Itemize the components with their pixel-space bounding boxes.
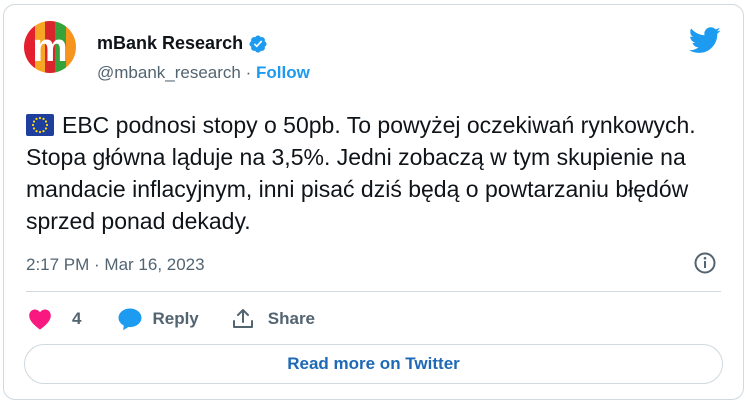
follow-button[interactable]: Follow — [256, 63, 310, 82]
author-handle-row: @mbank_research · Follow — [97, 63, 310, 83]
tweet-actions: 4 Reply Share — [28, 305, 315, 333]
handle-separator: · — [245, 63, 252, 82]
author-handle[interactable]: @mbank_research — [97, 63, 241, 82]
avatar-letter: m — [32, 26, 68, 70]
tweet-timestamp[interactable]: 2:17 PM · Mar 16, 2023 — [26, 255, 205, 275]
reply-label: Reply — [152, 309, 199, 328]
tweet-text: EBC podnosi stopy o 50pb. To powyżej ocz… — [26, 112, 696, 234]
heart-icon — [29, 309, 51, 330]
reply-button[interactable]: Reply — [117, 307, 199, 331]
divider — [26, 291, 721, 292]
avatar[interactable]: m — [24, 21, 76, 73]
like-count: 4 — [72, 309, 82, 328]
author-name-row: mBank Research — [97, 33, 268, 54]
tweet-text-container: EBC podnosi stopy o 50pb. To powyżej ocz… — [26, 109, 726, 237]
share-icon — [232, 309, 253, 328]
share-label: Share — [267, 309, 316, 328]
tweet-card: m mBank Research @mbank_research · Follo… — [3, 4, 744, 400]
info-icon[interactable] — [693, 251, 717, 275]
eu-flag-icon — [26, 114, 54, 136]
twitter-bird-icon[interactable] — [689, 27, 721, 54]
author-name[interactable]: mBank Research — [97, 33, 243, 54]
verified-badge-icon — [249, 34, 267, 53]
share-button[interactable]: Share — [231, 307, 315, 331]
mbank-logo-icon: m — [24, 21, 76, 73]
reply-bubble-icon — [118, 308, 142, 331]
like-button[interactable]: 4 — [28, 308, 81, 330]
read-more-button[interactable]: Read more on Twitter — [24, 344, 723, 384]
